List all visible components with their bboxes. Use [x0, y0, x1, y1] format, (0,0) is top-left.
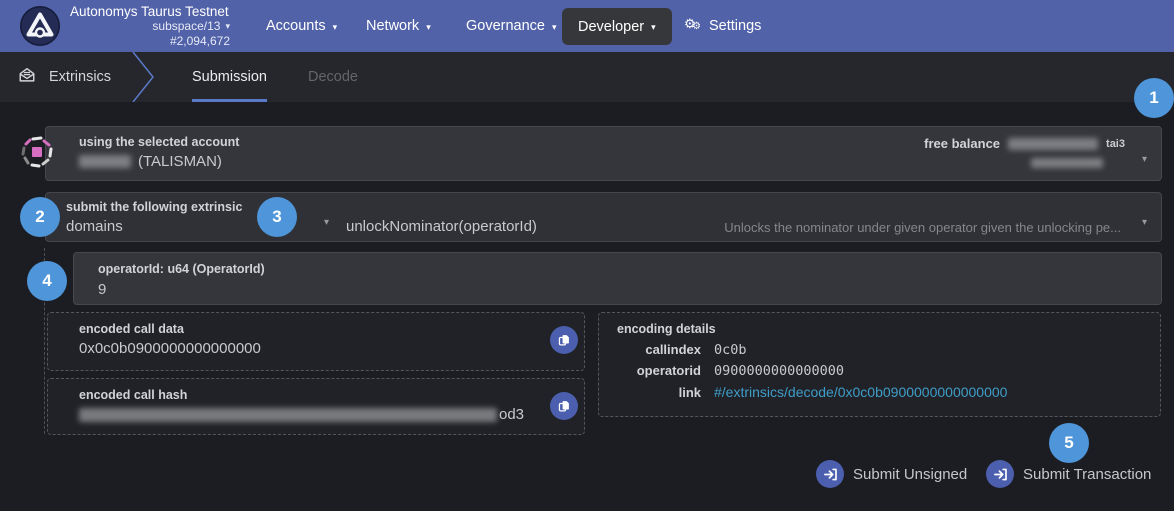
menu-network-label: Network	[366, 18, 419, 34]
menu-developer-active[interactable]: Developer ▾	[562, 8, 672, 45]
chevron-down-icon: ▾	[651, 22, 656, 33]
token-unit: tai3	[1106, 138, 1125, 150]
chevron-down-icon[interactable]: ▾	[324, 217, 329, 228]
param-label: operatorId: u64 (OperatorId)	[98, 262, 265, 276]
tab-submission[interactable]: Submission	[192, 52, 267, 102]
annotation-badge-4: 4	[27, 261, 67, 301]
method-description: Unlocks the nominator under given operat…	[724, 220, 1121, 235]
menu-settings[interactable]: ⚙ ⚙ Settings	[684, 0, 761, 52]
encoded-call-data-value: 0x0c0b0900000000000000	[79, 340, 261, 357]
param-operatorid-field[interactable]: operatorId: u64 (OperatorId) 9	[73, 252, 1162, 305]
chain-name: Autonomys Taurus Testnet	[70, 4, 230, 19]
encoding-details-title: encoding details	[617, 322, 716, 336]
autonomys-logo-icon	[20, 6, 60, 46]
copy-call-data-button[interactable]	[550, 326, 578, 354]
annotation-badge-3: 3	[257, 197, 297, 237]
free-balance-label: free balance	[924, 136, 1000, 151]
best-block-number: #2,094,672	[170, 34, 230, 49]
sign-in-icon	[986, 460, 1014, 488]
annotation-badge-2: 2	[20, 197, 60, 237]
gears-icon: ⚙ ⚙	[684, 18, 702, 34]
account-select[interactable]: using the selected account (TALISMAN) fr…	[45, 126, 1162, 181]
redacted-account-name	[79, 155, 131, 168]
encoding-value: 0c0b	[714, 342, 747, 358]
account-name-suffix: (TALISMAN)	[138, 153, 222, 170]
extrinsic-select-row: submit the following extrinsic domains ▾…	[45, 192, 1162, 242]
submit-transaction-label: Submit Transaction	[1023, 466, 1151, 483]
breadcrumb: Extrinsics	[18, 52, 111, 102]
submit-transaction-button[interactable]: Submit Transaction	[986, 460, 1151, 488]
section-title: Extrinsics	[49, 69, 111, 85]
chevron-down-icon: ▾	[552, 22, 557, 33]
menu-settings-label: Settings	[709, 18, 761, 34]
tab-decode[interactable]: Decode	[308, 52, 358, 102]
encoding-row-operatorid: operatorid 0900000000000000	[617, 363, 1148, 379]
call-hash-visible-tail: od3	[499, 406, 524, 423]
encoded-call-data-label: encoded call data	[79, 322, 184, 336]
chevron-down-icon: ▾	[225, 22, 230, 31]
menu-network[interactable]: Network ▾	[366, 0, 431, 52]
best-block-row: #2,094,672	[70, 34, 230, 49]
top-navigation-bar: Autonomys Taurus Testnet subspace/13 ▾ #…	[0, 0, 1174, 52]
extrinsic-label: submit the following extrinsic	[66, 200, 242, 214]
encoding-row-callindex: callindex 0c0b	[617, 342, 1148, 358]
pallet-select[interactable]: domains	[66, 218, 123, 235]
encoded-call-data-box: encoded call data 0x0c0b0900000000000000	[47, 312, 585, 371]
menu-accounts-label: Accounts	[266, 18, 326, 34]
extrinsics-icon	[18, 66, 36, 88]
redacted-balance-value	[1008, 138, 1098, 150]
selected-account: using the selected account (TALISMAN)	[79, 135, 239, 170]
redacted-balance-detail	[1031, 158, 1103, 168]
account-label: using the selected account	[79, 135, 239, 149]
encoded-call-hash-label: encoded call hash	[79, 388, 187, 402]
encoding-key: operatorid	[617, 363, 714, 378]
chevron-down-icon: ▾	[426, 22, 431, 33]
menu-developer-label: Developer	[578, 19, 644, 35]
copy-call-hash-button[interactable]	[550, 392, 578, 420]
runtime-version-row[interactable]: subspace/13 ▾	[70, 19, 230, 34]
annotation-badge-1: 1	[1134, 78, 1174, 118]
menu-governance[interactable]: Governance ▾	[466, 0, 557, 52]
chain-info[interactable]: Autonomys Taurus Testnet subspace/13 ▾ #…	[70, 4, 230, 49]
free-balance: free balance tai3	[924, 136, 1125, 168]
breadcrumb-chevron-icon	[130, 52, 156, 102]
menu-accounts[interactable]: Accounts ▾	[266, 0, 337, 52]
encoded-call-hash-box: encoded call hash od3	[47, 378, 585, 435]
encoding-key: callindex	[617, 342, 714, 357]
submit-unsigned-label: Submit Unsigned	[853, 466, 967, 483]
runtime-version: subspace/13	[152, 19, 220, 34]
annotation-badge-5: 5	[1049, 423, 1089, 463]
section-tab-bar: Extrinsics Submission Decode	[0, 52, 1174, 102]
param-value: 9	[98, 281, 106, 298]
method-select[interactable]: unlockNominator(operatorId)	[346, 218, 537, 235]
encoding-value: 0900000000000000	[714, 363, 844, 379]
encoding-details-box: encoding details callindex 0c0b operator…	[598, 312, 1161, 417]
menu-governance-label: Governance	[466, 18, 545, 34]
sign-in-icon	[816, 460, 844, 488]
redacted-call-hash	[79, 408, 497, 422]
chevron-down-icon: ▾	[333, 22, 338, 33]
account-identicon	[20, 135, 54, 169]
chevron-down-icon[interactable]: ▾	[1142, 154, 1147, 165]
submit-unsigned-button[interactable]: Submit Unsigned	[816, 460, 967, 488]
chevron-down-icon[interactable]: ▾	[1142, 217, 1147, 228]
decode-link[interactable]: #/extrinsics/decode/0x0c0b09000000000000…	[714, 384, 1007, 400]
encoding-row-link: link #/extrinsics/decode/0x0c0b090000000…	[617, 384, 1148, 400]
encoding-key: link	[617, 385, 714, 400]
